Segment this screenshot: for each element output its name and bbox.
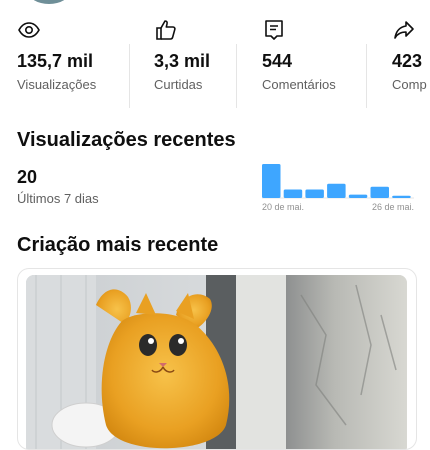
channel-avatar xyxy=(28,0,70,4)
chart-bar xyxy=(262,164,281,198)
stat-likes-label: Curtidas xyxy=(154,77,203,92)
recent-views-count: 20 xyxy=(17,167,38,187)
recent-views-period: Últimos 7 dias xyxy=(17,191,99,206)
stat-comments-label: Comentários xyxy=(262,77,336,92)
comment-icon xyxy=(265,20,283,40)
recent-views-title: Visualizações recentes xyxy=(17,129,236,151)
chart-bar xyxy=(392,195,411,198)
chart-bar xyxy=(305,189,324,198)
thumbs-up-icon xyxy=(156,20,176,40)
video-thumbnail[interactable] xyxy=(26,275,407,450)
chart-bar xyxy=(327,183,346,198)
stat-likes-value: 3,3 mil xyxy=(154,51,211,71)
chart-x-end-label: 26 de mai. xyxy=(372,202,414,212)
latest-creation-title: Criação mais recente xyxy=(17,234,219,256)
door-gap xyxy=(236,275,286,449)
stat-views-label: Visualizações xyxy=(17,77,97,92)
share-icon xyxy=(394,21,414,39)
chart-bar xyxy=(283,189,303,198)
eye-icon xyxy=(18,22,40,38)
chart-x-start-label: 20 de mai. xyxy=(262,202,304,212)
latest-creation-card[interactable] xyxy=(17,268,417,450)
recent-views-chart[interactable]: 20 de mai. 26 de mai. xyxy=(262,158,414,214)
chart-bars xyxy=(262,164,411,198)
chart-bar xyxy=(348,194,368,198)
stat-views-value: 135,7 mil xyxy=(17,51,94,71)
stat-divider xyxy=(366,44,367,108)
video-stats-row: 135,7 mil Visualizações 3,3 mil Curtidas… xyxy=(0,18,430,108)
stat-shares-label: Comp xyxy=(392,77,427,92)
stat-divider xyxy=(129,44,130,108)
chart-bar xyxy=(370,186,389,198)
stat-divider xyxy=(236,44,237,108)
stat-shares-value: 423 xyxy=(392,51,423,71)
stat-comments-value: 544 xyxy=(262,51,293,71)
